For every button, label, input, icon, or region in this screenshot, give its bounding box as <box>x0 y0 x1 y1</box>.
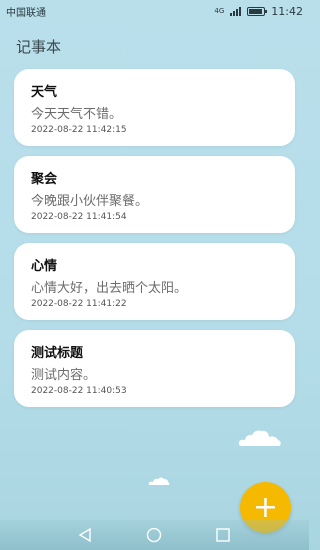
back-icon[interactable] <box>78 528 92 542</box>
note-content: 心情大好，出去晒个太阳。 <box>31 281 188 296</box>
note-time: 2022-08-22 11:41:22 <box>31 299 127 309</box>
cloud-icon <box>148 477 170 485</box>
note-card[interactable]: 心情 心情大好，出去晒个太阳。 2022-08-22 11:41:22 <box>14 243 295 320</box>
note-title: 聚会 <box>31 172 58 187</box>
note-content: 今天天气不错。 <box>31 107 123 122</box>
cloud-icon <box>238 430 281 446</box>
page-title: 记事本 <box>16 38 62 56</box>
signal-icon <box>230 6 242 16</box>
network-type-label: 4G <box>214 7 225 15</box>
carrier-label: 中国联通 <box>6 7 46 19</box>
note-time: 2022-08-22 11:40:53 <box>31 386 127 396</box>
status-bar: 中国联通 4G 11:42 <box>0 0 309 22</box>
system-nav-bar <box>0 520 309 550</box>
note-title: 天气 <box>31 85 58 100</box>
note-card[interactable]: 天气 今天天气不错。 2022-08-22 11:42:15 <box>14 69 295 146</box>
home-icon[interactable] <box>146 528 162 544</box>
note-content: 今晚跟小伙伴聚餐。 <box>31 194 149 209</box>
recents-icon[interactable] <box>216 528 230 542</box>
note-card[interactable]: 测试标题 测试内容。 2022-08-22 11:40:53 <box>14 330 295 407</box>
plus-icon: + <box>252 489 279 525</box>
clock-label: 11:42 <box>271 4 303 18</box>
note-content: 测试内容。 <box>31 368 97 383</box>
note-card[interactable]: 聚会 今晚跟小伙伴聚餐。 2022-08-22 11:41:54 <box>14 156 295 233</box>
battery-icon <box>247 6 268 16</box>
note-title: 心情 <box>31 259 58 274</box>
note-time: 2022-08-22 11:41:54 <box>31 212 127 222</box>
note-time: 2022-08-22 11:42:15 <box>31 125 127 135</box>
note-title: 测试标题 <box>31 346 84 361</box>
